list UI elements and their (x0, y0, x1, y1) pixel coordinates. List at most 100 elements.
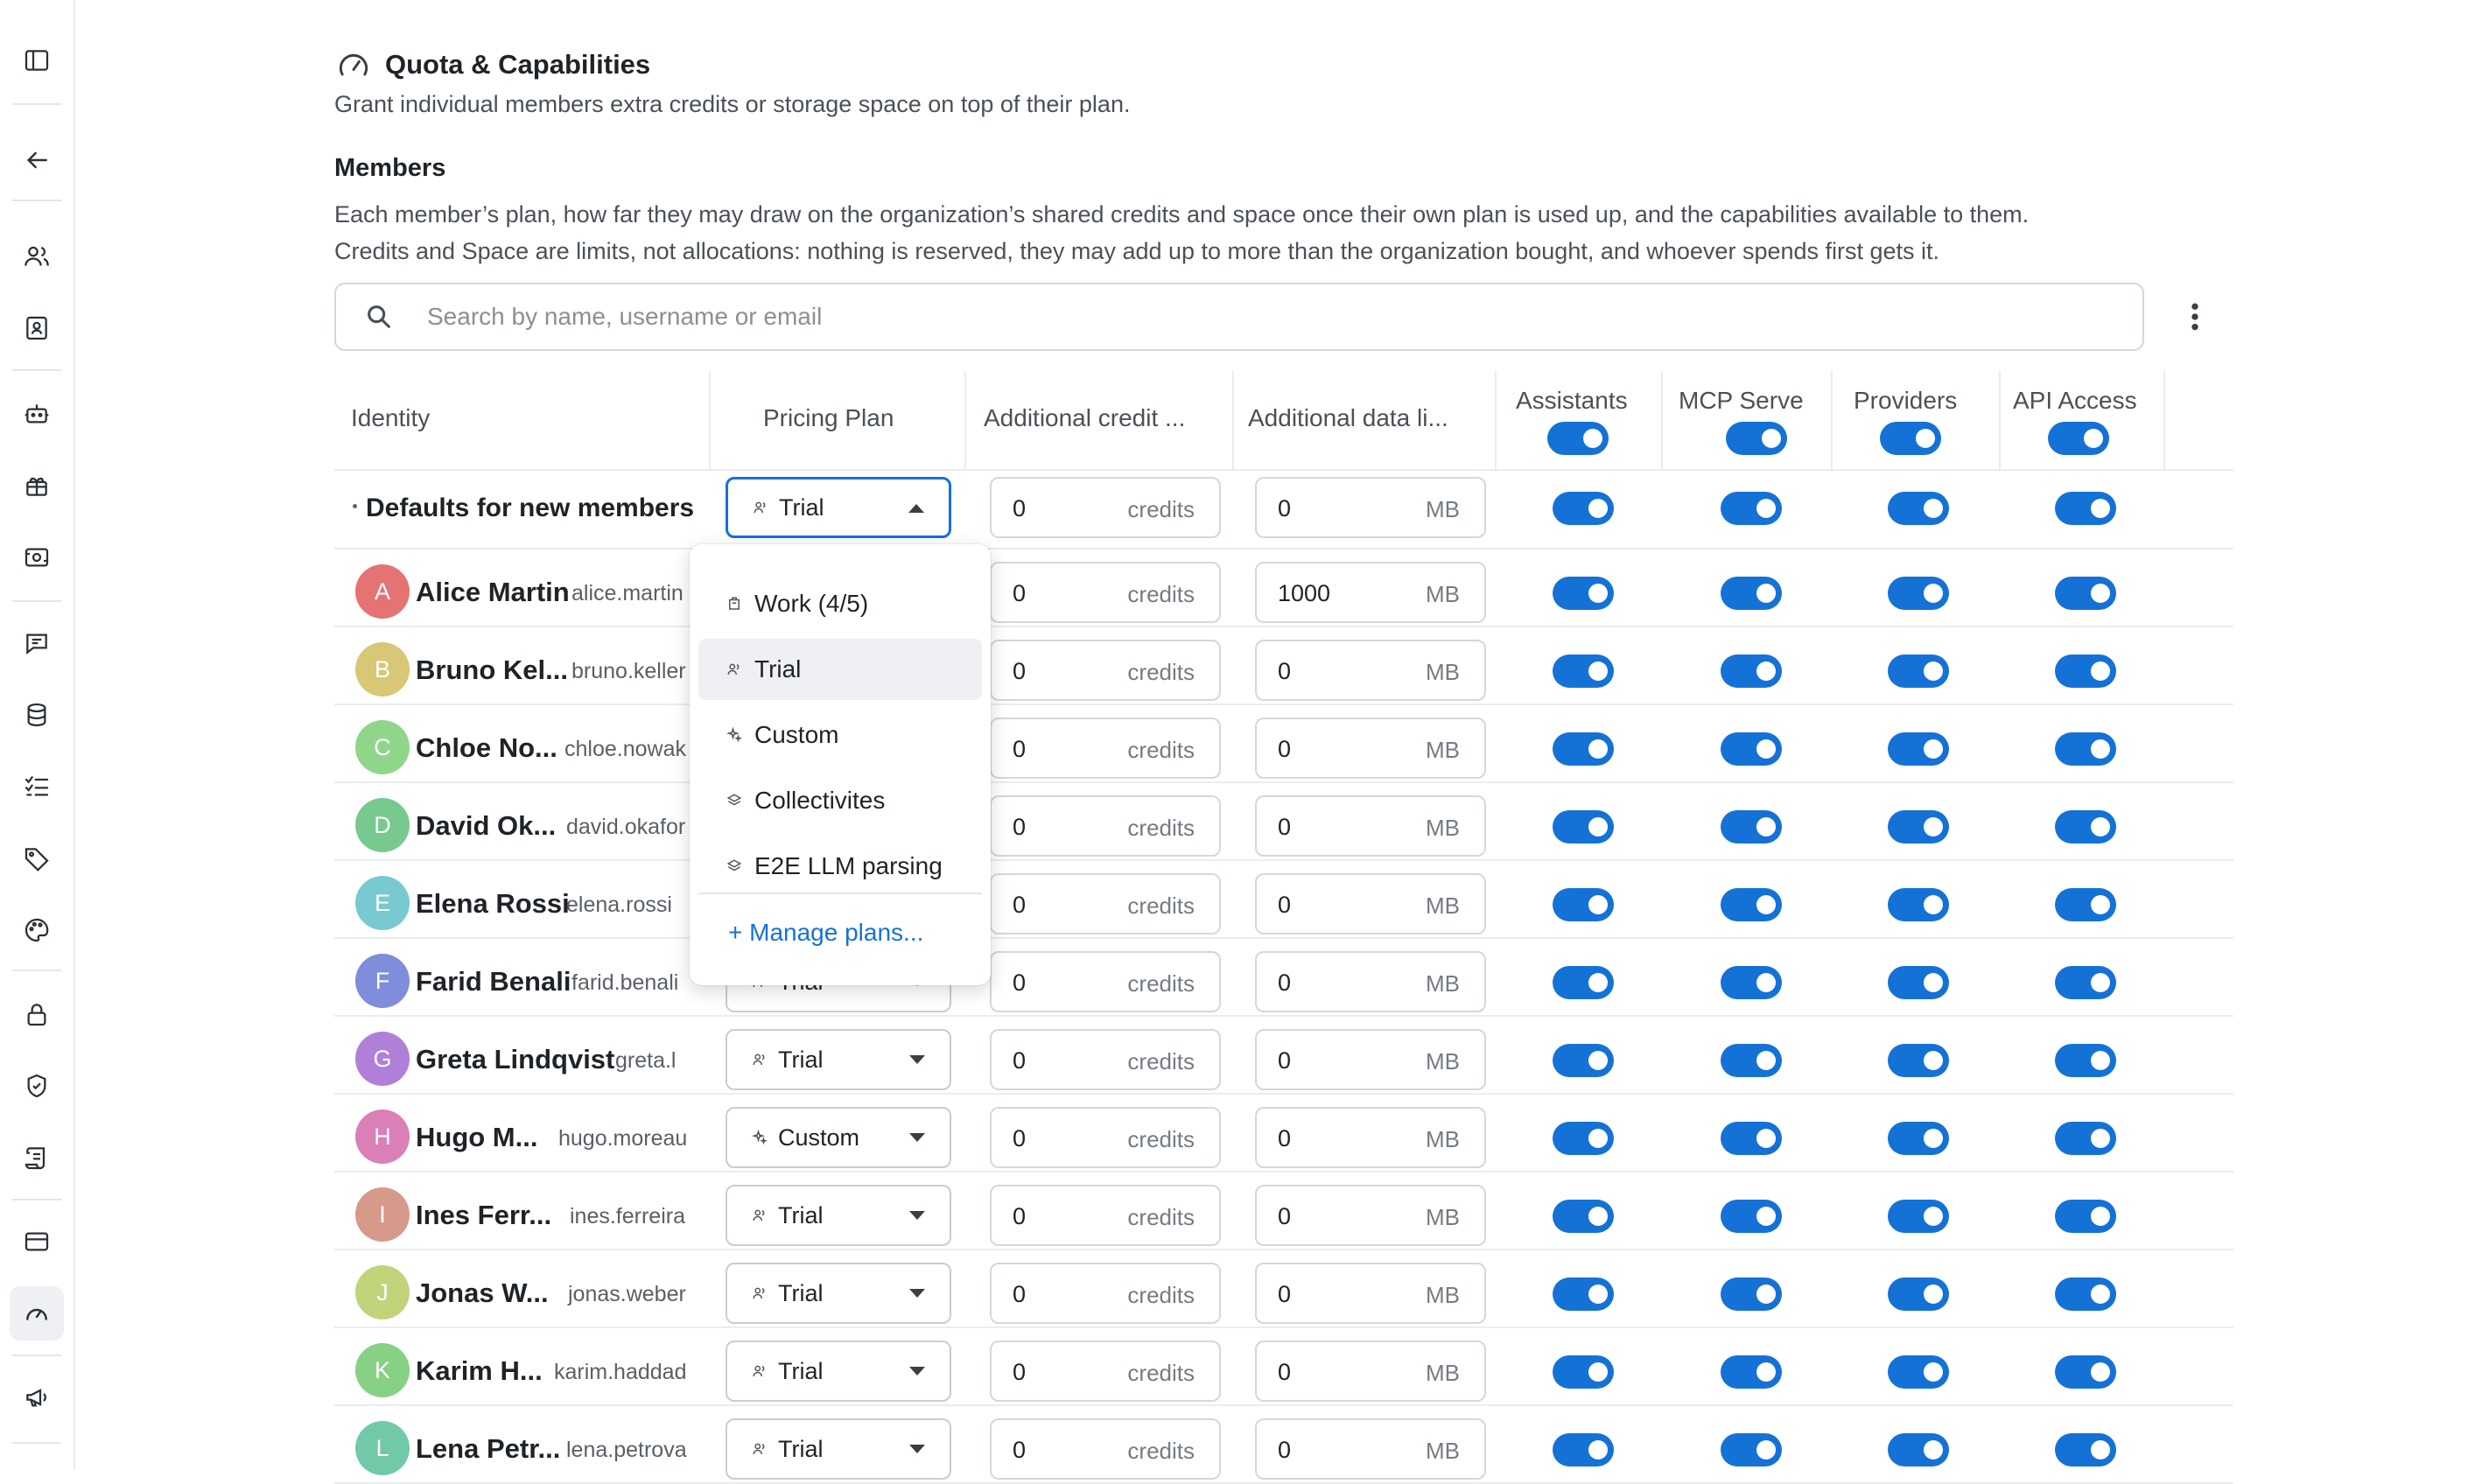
column-header-api-access[interactable]: API Access (2013, 387, 2137, 415)
sidebar-toggle-icon[interactable] (10, 33, 64, 88)
member-toggle-providers[interactable] (1888, 1355, 1949, 1389)
member-toggle-providers[interactable] (1888, 732, 1949, 766)
member-toggle-api-access[interactable] (2055, 1355, 2116, 1389)
defaults-toggle-assistants[interactable] (1553, 492, 1614, 525)
lock-icon[interactable] (10, 987, 64, 1041)
member-toggle-assistants[interactable] (1553, 1200, 1614, 1233)
member-toggle-api-access[interactable] (2055, 732, 2116, 766)
plan-option-e2e-llm-parsing[interactable]: E2E LLM parsing (698, 836, 982, 897)
member-toggle-mcp[interactable] (1721, 888, 1782, 921)
member-toggle-api-access[interactable] (2055, 1433, 2116, 1466)
search-input[interactable] (425, 302, 2142, 332)
member-toggle-assistants[interactable] (1553, 1044, 1614, 1077)
member-data-input[interactable] (1276, 1031, 1385, 1090)
member-toggle-assistants[interactable] (1553, 577, 1614, 610)
member-credits-input[interactable] (1011, 719, 1119, 779)
member-toggle-providers[interactable] (1888, 577, 1949, 610)
member-data-input[interactable] (1276, 1186, 1385, 1246)
member-toggle-mcp[interactable] (1721, 1433, 1782, 1466)
member-toggle-mcp[interactable] (1721, 810, 1782, 844)
header-toggle-mcp[interactable] (1726, 422, 1787, 455)
member-toggle-mcp[interactable] (1721, 577, 1782, 610)
plan-option-custom[interactable]: Custom (698, 704, 982, 766)
member-data-input[interactable] (1276, 564, 1385, 623)
manage-plans-link[interactable]: + Manage plans... (728, 919, 923, 947)
more-options-icon[interactable] (2179, 298, 2211, 336)
users-icon[interactable] (10, 229, 64, 284)
member-toggle-assistants[interactable] (1553, 966, 1614, 999)
member-toggle-mcp[interactable] (1721, 1200, 1782, 1233)
member-toggle-mcp[interactable] (1721, 732, 1782, 766)
member-data-input[interactable] (1276, 875, 1385, 934)
member-toggle-api-access[interactable] (2055, 810, 2116, 844)
member-toggle-api-access[interactable] (2055, 654, 2116, 688)
member-credits-input[interactable] (1011, 1264, 1119, 1324)
back-arrow-icon[interactable] (10, 133, 64, 187)
member-data-input[interactable] (1276, 1420, 1385, 1480)
member-credits-input[interactable] (1011, 641, 1119, 701)
member-plan-select[interactable]: Trial (726, 1263, 951, 1324)
credit-card-icon[interactable] (10, 1214, 64, 1269)
member-credits-input[interactable] (1011, 1186, 1119, 1246)
member-toggle-providers[interactable] (1888, 966, 1949, 999)
member-plan-select[interactable]: Trial (726, 1185, 951, 1246)
member-toggle-providers[interactable] (1888, 1044, 1949, 1077)
member-plan-select[interactable]: Trial (726, 1029, 951, 1090)
member-data-input[interactable] (1276, 953, 1385, 1012)
member-data-input[interactable] (1276, 1342, 1385, 1402)
member-data-input[interactable] (1276, 719, 1385, 779)
checklist-icon[interactable] (10, 760, 64, 814)
member-toggle-api-access[interactable] (2055, 1122, 2116, 1155)
gift-icon[interactable] (10, 458, 64, 513)
column-header-assistants[interactable]: Assistants (1516, 387, 1628, 415)
tag-icon[interactable] (10, 831, 64, 886)
member-credits-input[interactable] (1011, 1342, 1119, 1402)
column-header-providers[interactable]: Providers (1854, 387, 1957, 415)
member-data-input[interactable] (1276, 797, 1385, 857)
member-toggle-mcp[interactable] (1721, 1278, 1782, 1311)
chat-icon[interactable] (10, 616, 64, 670)
member-toggle-providers[interactable] (1888, 1433, 1949, 1466)
member-plan-select[interactable]: Trial (726, 1340, 951, 1402)
member-credits-input[interactable] (1011, 875, 1119, 934)
member-toggle-assistants[interactable] (1553, 1122, 1614, 1155)
gear-box-icon[interactable] (10, 530, 64, 584)
member-toggle-assistants[interactable] (1553, 1355, 1614, 1389)
member-toggle-api-access[interactable] (2055, 888, 2116, 921)
member-toggle-assistants[interactable] (1553, 732, 1614, 766)
member-toggle-api-access[interactable] (2055, 577, 2116, 610)
column-header-pricing-plan[interactable]: Pricing Plan (763, 404, 894, 432)
column-header-identity[interactable]: Identity (351, 404, 430, 432)
header-toggle-providers[interactable] (1880, 422, 1941, 455)
megaphone-icon[interactable] (10, 1370, 64, 1424)
member-toggle-providers[interactable] (1888, 888, 1949, 921)
member-toggle-assistants[interactable] (1553, 810, 1614, 844)
column-header-additional-credit[interactable]: Additional credit ... (984, 404, 1185, 432)
member-credits-input[interactable] (1011, 1031, 1119, 1090)
defaults-toggle-mcp[interactable] (1721, 492, 1782, 525)
defaults-credits-input[interactable] (1011, 479, 1119, 538)
scroll-icon[interactable] (10, 1130, 64, 1185)
member-plan-select[interactable]: Custom (726, 1107, 951, 1168)
member-toggle-api-access[interactable] (2055, 1278, 2116, 1311)
member-credits-input[interactable] (1011, 797, 1119, 857)
member-toggle-providers[interactable] (1888, 1122, 1949, 1155)
member-toggle-assistants[interactable] (1553, 888, 1614, 921)
member-toggle-api-access[interactable] (2055, 1044, 2116, 1077)
defaults-plan-select[interactable]: Trial (726, 477, 951, 538)
member-toggle-api-access[interactable] (2055, 966, 2116, 999)
member-toggle-assistants[interactable] (1553, 1433, 1614, 1466)
column-header-additional-data[interactable]: Additional data li... (1248, 404, 1448, 432)
plan-option-trial[interactable]: Trial (698, 639, 982, 700)
plan-option-collectivites[interactable]: Collectivites (698, 770, 982, 831)
member-data-input[interactable] (1276, 1109, 1385, 1168)
database-icon[interactable] (10, 688, 64, 742)
gauge-icon[interactable] (10, 1286, 64, 1340)
defaults-toggle-api-access[interactable] (2055, 492, 2116, 525)
palette-icon[interactable] (10, 903, 64, 957)
member-toggle-mcp[interactable] (1721, 1122, 1782, 1155)
member-credits-input[interactable] (1011, 564, 1119, 623)
member-plan-select[interactable]: Trial (726, 1418, 951, 1480)
member-credits-input[interactable] (1011, 1109, 1119, 1168)
defaults-toggle-providers[interactable] (1888, 492, 1949, 525)
